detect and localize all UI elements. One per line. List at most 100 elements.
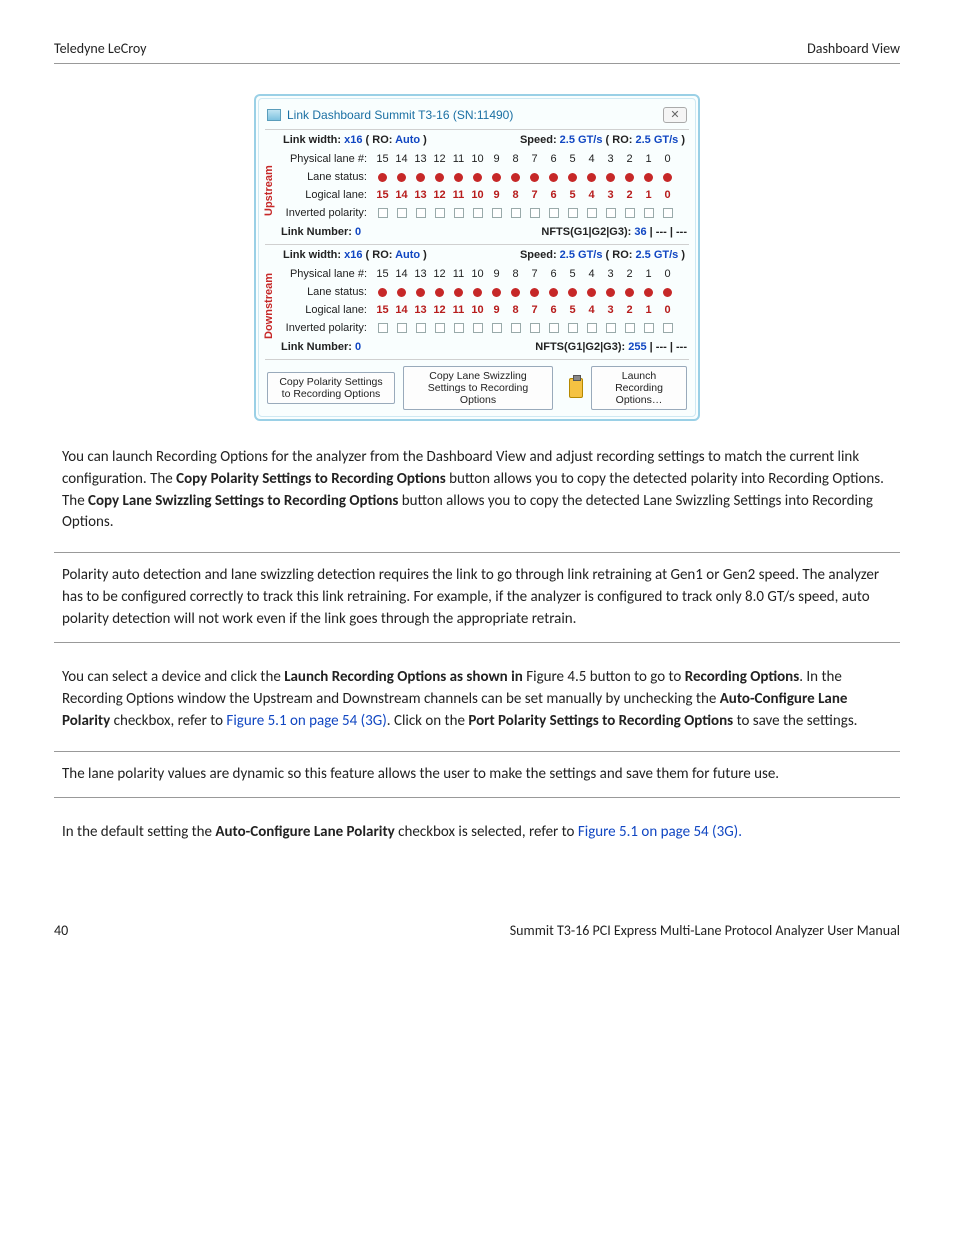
- inverted-polarity-checkbox[interactable]: [487, 207, 506, 219]
- inverted-polarity-checkbox[interactable]: [506, 322, 525, 334]
- inverted-polarity-checkbox[interactable]: [392, 322, 411, 334]
- checkbox-icon: [644, 323, 654, 333]
- inverted-polarity-checkbox[interactable]: [411, 207, 430, 219]
- inverted-polarity-checkbox[interactable]: [544, 207, 563, 219]
- checkbox-icon: [454, 208, 464, 218]
- inverted-polarity-checkbox[interactable]: [563, 322, 582, 334]
- inverted-polarity-checkbox[interactable]: [430, 207, 449, 219]
- checkbox-icon: [530, 208, 540, 218]
- inverted-polarity-checkbox[interactable]: [468, 322, 487, 334]
- inverted-polarity-checkbox[interactable]: [449, 322, 468, 334]
- inverted-polarity-checkbox[interactable]: [620, 207, 639, 219]
- launch-recording-button[interactable]: Launch Recording Options…: [591, 366, 687, 410]
- inverted-polarity-checkbox[interactable]: [430, 322, 449, 334]
- status-dot-icon: [625, 173, 634, 182]
- checkbox-icon: [606, 208, 616, 218]
- inverted-polarity-checkbox[interactable]: [601, 207, 620, 219]
- status-dot-icon: [397, 173, 406, 182]
- status-dot-icon: [568, 173, 577, 182]
- checkbox-icon: [625, 323, 635, 333]
- downstream-linkwidth: Link width: x16 ( RO: Auto ): [283, 249, 427, 261]
- logical-lane-value: 8: [506, 304, 525, 316]
- status-dot-icon: [606, 173, 615, 182]
- inverted-polarity-checkbox[interactable]: [658, 322, 677, 334]
- inverted-polarity-checkbox[interactable]: [468, 207, 487, 219]
- checkbox-icon: [568, 208, 578, 218]
- status-dot-icon: [587, 173, 596, 182]
- lane-status-dot: [392, 286, 411, 298]
- status-dot-icon: [378, 173, 387, 182]
- upstream-nfts: NFTS(G1|G2|G3): 36 | --- | ---: [541, 226, 687, 238]
- inverted-polarity-checkbox[interactable]: [658, 207, 677, 219]
- lane-status-dot: [373, 171, 392, 183]
- status-dot-icon: [473, 288, 482, 297]
- inverted-polarity-checkbox[interactable]: [506, 207, 525, 219]
- inverted-polarity-checkbox[interactable]: [525, 207, 544, 219]
- logical-lane-value: 5: [563, 189, 582, 201]
- status-dot-icon: [511, 173, 520, 182]
- downstream-link-number: Link Number: 0: [281, 341, 361, 353]
- inverted-polarity-checkbox[interactable]: [449, 207, 468, 219]
- logical-lane-value: 2: [620, 304, 639, 316]
- logical-lane-value: 7: [525, 189, 544, 201]
- lane-status-dot: [658, 171, 677, 183]
- status-dot-icon: [625, 288, 634, 297]
- logical-lane-value: 1: [639, 304, 658, 316]
- inverted-polarity-checkbox[interactable]: [582, 207, 601, 219]
- inverted-polarity-checkbox[interactable]: [639, 207, 658, 219]
- lane-header: 15: [373, 153, 392, 165]
- lane-header: 13: [411, 153, 430, 165]
- lane-header: 1: [639, 268, 658, 280]
- upstream-linkwidth: Link width: x16 ( RO: Auto ): [283, 134, 427, 146]
- lane-status-dot: [506, 286, 525, 298]
- inverted-polarity-checkbox[interactable]: [601, 322, 620, 334]
- inverted-polarity-checkbox[interactable]: [373, 322, 392, 334]
- inverted-polarity-checkbox[interactable]: [487, 322, 506, 334]
- checkbox-icon: [473, 323, 483, 333]
- inverted-polarity-checkbox[interactable]: [411, 322, 430, 334]
- inverted-polarity-checkbox[interactable]: [525, 322, 544, 334]
- logical-lane-value: 4: [582, 304, 601, 316]
- logical-lane-value: 14: [392, 189, 411, 201]
- logical-lane-value: 3: [601, 189, 620, 201]
- lane-header: 0: [658, 268, 677, 280]
- lane-status-dot: [525, 286, 544, 298]
- lane-status-dot: [563, 286, 582, 298]
- upstream-lane-status-row: Lane status:: [281, 168, 687, 186]
- lane-header: 7: [525, 268, 544, 280]
- paragraph-1: You can launch Recording Options for the…: [54, 447, 900, 534]
- status-dot-icon: [549, 173, 558, 182]
- inverted-polarity-checkbox[interactable]: [373, 207, 392, 219]
- lane-status-dot: [373, 286, 392, 298]
- logical-lane-value: 15: [373, 189, 392, 201]
- copy-swizzling-button[interactable]: Copy Lane Swizzling Settings to Recordin…: [403, 366, 553, 410]
- logical-lane-value: 11: [449, 304, 468, 316]
- figure-link-1[interactable]: Figure 5.1 on page 54 (3G): [226, 712, 386, 730]
- lane-status-dot: [544, 171, 563, 183]
- figure-link-2[interactable]: Figure 5.1 on page 54 (3G).: [578, 823, 742, 841]
- lane-status-dot: [544, 286, 563, 298]
- logical-lane-value: 11: [449, 189, 468, 201]
- lane-status-dot: [601, 286, 620, 298]
- checkbox-icon: [435, 323, 445, 333]
- inverted-polarity-checkbox[interactable]: [563, 207, 582, 219]
- lane-header: 6: [544, 153, 563, 165]
- window-icon: [267, 109, 281, 121]
- status-dot-icon: [644, 288, 653, 297]
- checkbox-icon: [378, 208, 388, 218]
- inverted-polarity-checkbox[interactable]: [582, 322, 601, 334]
- logical-lane-value: 9: [487, 189, 506, 201]
- copy-polarity-button[interactable]: Copy Polarity Settings to Recording Opti…: [267, 372, 395, 404]
- close-button[interactable]: ✕: [663, 107, 687, 123]
- lane-status-dot: [468, 286, 487, 298]
- lane-status-dot: [449, 286, 468, 298]
- inverted-polarity-checkbox[interactable]: [639, 322, 658, 334]
- logical-lane-value: 2: [620, 189, 639, 201]
- inverted-polarity-checkbox[interactable]: [620, 322, 639, 334]
- checkbox-icon: [606, 323, 616, 333]
- lane-header: 8: [506, 268, 525, 280]
- inverted-polarity-checkbox[interactable]: [544, 322, 563, 334]
- upstream-link-number: Link Number: 0: [281, 226, 361, 238]
- inverted-polarity-checkbox[interactable]: [392, 207, 411, 219]
- lane-status-dot: [620, 286, 639, 298]
